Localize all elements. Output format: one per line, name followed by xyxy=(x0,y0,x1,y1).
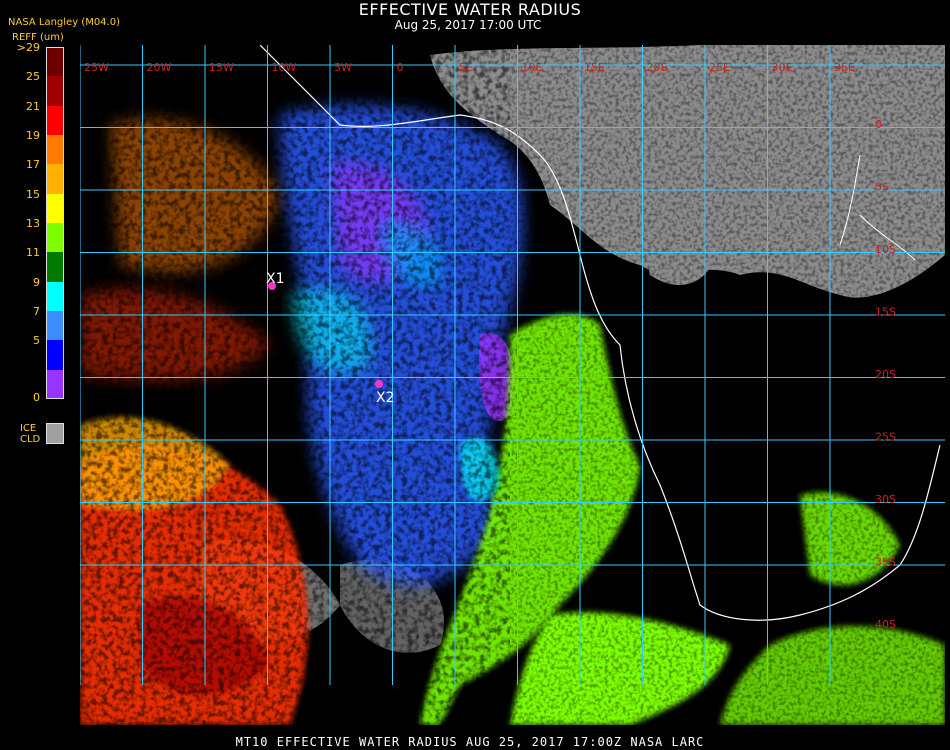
colorbar-tick-label: 7 xyxy=(33,305,40,318)
agency-label: NASA Langley (M04.0) xyxy=(8,17,120,28)
longitude-label: 0 xyxy=(397,61,404,74)
cloud-label: CLD xyxy=(20,434,41,445)
longitude-label: 20E xyxy=(647,61,668,74)
colorbar-tick-label: 5 xyxy=(33,334,40,348)
texture-overlay-west xyxy=(80,45,510,725)
colorbar-tick-label: 0 xyxy=(33,391,40,404)
colorbar-tick-label: 15 xyxy=(26,187,40,201)
latitude-label: 25S xyxy=(875,431,896,444)
longitude-label: 25E xyxy=(709,61,730,74)
latitude-label: 15S xyxy=(875,306,896,319)
colorbar-frame xyxy=(46,47,64,399)
longitude-label: 20W xyxy=(147,61,172,74)
colorbar-tick-label: 21 xyxy=(26,99,40,113)
ice-cloud-swatch xyxy=(46,423,64,444)
colorbar-tick-label: 19 xyxy=(26,129,40,142)
marker-x2-label: X2 xyxy=(376,390,395,406)
latitude-label: 20S xyxy=(875,368,896,381)
latitude-label: 10S xyxy=(875,243,896,256)
image-timestamp: Aug 25, 2017 17:00 UTC xyxy=(394,18,542,32)
colorbar-tick-label: 25 xyxy=(26,70,40,84)
colorbar-tick-label: >29 xyxy=(16,41,40,54)
image-title: EFFECTIVE WATER RADIUS xyxy=(358,0,582,19)
colorbar-tick-label: 9 xyxy=(33,275,40,289)
longitude-label: 35E xyxy=(834,61,855,74)
colorbar-tick-label: 11 xyxy=(26,246,40,260)
latitude-label: 30S xyxy=(875,493,896,506)
longitude-label: 10W xyxy=(272,61,297,74)
longitude-label: 15W xyxy=(209,61,234,74)
longitude-label: 5E xyxy=(459,61,473,74)
ice-label: ICE xyxy=(20,423,37,434)
colorbar-tick-label: 13 xyxy=(26,217,40,230)
longitude-label: 5W xyxy=(334,61,352,74)
longitude-label: 30E xyxy=(772,61,793,74)
colorbar-tick-label: 17 xyxy=(26,158,40,172)
latitude-label: 40S xyxy=(875,618,896,631)
longitude-label: 25W xyxy=(84,61,109,74)
marker-x1-label: X1 xyxy=(266,271,285,287)
latitude-label: 0 xyxy=(875,118,882,131)
marker-x2-dot xyxy=(375,380,383,388)
longitude-label: 10E xyxy=(522,61,543,74)
latitude-label: 35S xyxy=(875,556,896,569)
satellite-map: 25W 20W 15W 10W 5W 0 5E 10E 15E 20E 25E 30E 35E 0 5S 1… xyxy=(80,45,945,725)
longitude-label: 15E xyxy=(584,61,605,74)
latitude-label: 5S xyxy=(875,181,889,194)
footer-caption: MT10 EFFECTIVE WATER RADIUS AUG 25, 2017… xyxy=(235,735,705,749)
